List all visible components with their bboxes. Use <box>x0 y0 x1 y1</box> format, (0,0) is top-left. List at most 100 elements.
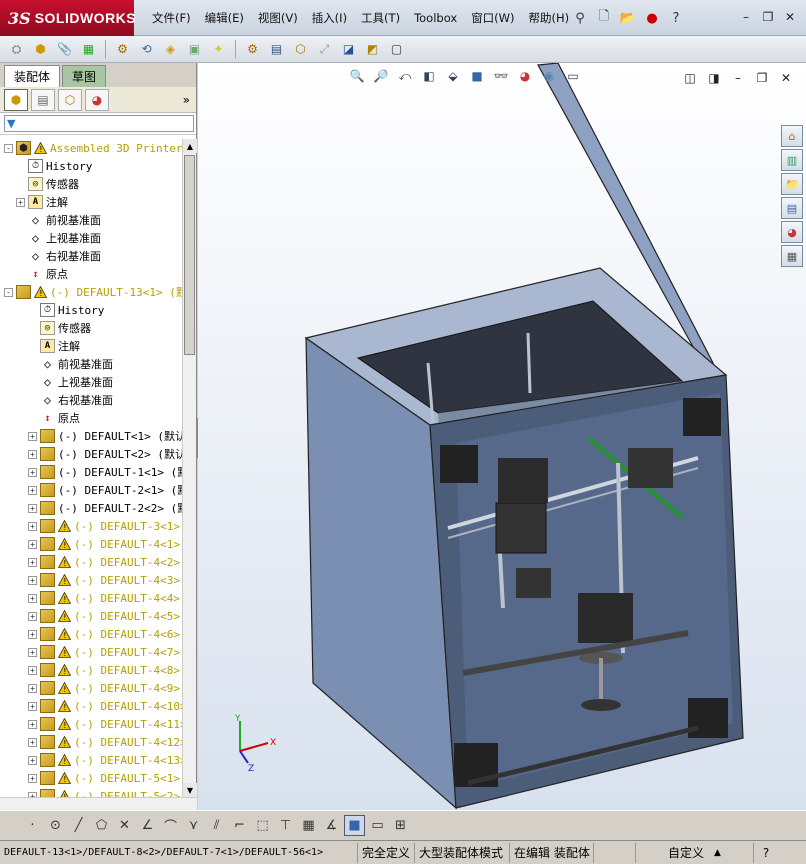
expand-icon[interactable]: + <box>28 593 37 603</box>
tree-item[interactable]: +! (-) DEFAULT-4<10> <box>0 697 182 715</box>
tree-item[interactable]: +! (-) DEFAULT-5<1> <box>0 769 182 787</box>
open-folder-icon[interactable]: 📂 <box>618 8 638 28</box>
expand-icon[interactable]: + <box>16 197 25 207</box>
hide-show-items-icon[interactable]: 👓 <box>492 67 510 85</box>
graphics-area[interactable]: 🔍 🔎 ⤺ ◧ ⬙ ■ 👓 ◕ ◉ ▭ ◫ ◨ – ❐ ✕ ⌂ ▥ 📁 ▤ ◕ … <box>198 63 806 810</box>
new-document-icon[interactable]: 🗋 <box>594 8 614 28</box>
tree-item[interactable]: ◇ 上视基准面 <box>0 229 182 247</box>
unit-system-selector[interactable]: 自定义 ▲ <box>636 842 754 863</box>
tree-item[interactable]: + (-) DEFAULT<2> (默认 <box>0 445 182 463</box>
single-view-icon[interactable]: ▭ <box>367 815 388 836</box>
tree-item[interactable]: ◇ 右视基准面 <box>0 247 182 265</box>
insert-component-icon[interactable]: ⬢ <box>30 39 51 60</box>
tree-item[interactable]: ↕ 原点 <box>0 409 182 427</box>
tree-item[interactable]: ⏱ History <box>0 157 182 175</box>
circle-icon[interactable]: ⊙ <box>45 815 66 836</box>
tree-item[interactable]: ◇ 上视基准面 <box>0 373 182 391</box>
interference-detection-icon[interactable]: ◪ <box>338 39 359 60</box>
design-library-icon[interactable]: ▥ <box>781 149 803 171</box>
smart-fasteners-icon[interactable]: ⚙ <box>112 39 133 60</box>
tree-item[interactable]: ◇ 右视基准面 <box>0 391 182 409</box>
file-explorer-icon[interactable]: 📁 <box>781 173 803 195</box>
reference-geometry-icon[interactable]: ✦ <box>208 39 229 60</box>
appearances-icon[interactable]: ◕ <box>781 221 803 243</box>
offset-icon[interactable]: ⋎ <box>183 815 204 836</box>
tree-horizontal-scrollbar[interactable] <box>0 797 197 810</box>
zoom-to-area-icon[interactable]: 🔎 <box>372 67 390 85</box>
shaded-view-icon[interactable]: ■ <box>344 815 365 836</box>
display-manager-icon[interactable]: ◕ <box>85 88 109 111</box>
assembly-visualization-icon[interactable]: ▢ <box>386 39 407 60</box>
tree-item[interactable]: ⏱ History <box>0 301 182 319</box>
tree-item[interactable]: ◎ 传感器 <box>0 319 182 337</box>
viewport-minimize-icon[interactable]: – <box>728 69 748 87</box>
new-motion-study-icon[interactable]: ⚙ <box>242 39 263 60</box>
collapse-icon[interactable]: - <box>4 143 13 153</box>
tree-item[interactable]: +! (-) DEFAULT-4<13> <box>0 751 182 769</box>
expand-icon[interactable]: + <box>28 719 37 729</box>
expand-icon[interactable]: + <box>28 431 37 441</box>
expand-icon[interactable]: + <box>28 773 37 783</box>
tree-item[interactable]: +! (-) DEFAULT-3<1> <box>0 517 182 535</box>
tree-item[interactable]: +!(-) DEFAULT-5<2> <box>0 787 182 797</box>
bill-of-materials-icon[interactable]: ▤ <box>266 39 287 60</box>
tab-assembly[interactable]: 装配体 <box>4 65 61 87</box>
tree-item[interactable]: + (-) DEFAULT<1> (默认 <box>0 427 182 445</box>
apply-scene-icon[interactable]: ◉ <box>540 67 558 85</box>
collapse-icon[interactable]: - <box>4 287 13 297</box>
expand-icon[interactable]: + <box>28 611 37 621</box>
angle-icon[interactable]: ∡ <box>321 815 342 836</box>
tab-sketch[interactable]: 草图 <box>62 65 107 87</box>
expand-icon[interactable]: + <box>28 539 37 549</box>
solidworks-logo[interactable]: 3S SOLIDWORKS <box>0 0 136 36</box>
rectangle-icon[interactable]: ⬚ <box>252 815 273 836</box>
tree-item[interactable]: + (-) DEFAULT-2<1> (默 <box>0 481 182 499</box>
menu-item[interactable]: 窗口(W) <box>464 10 521 26</box>
viewport-close-icon[interactable]: ✕ <box>776 69 796 87</box>
menu-item[interactable]: 插入(I) <box>305 10 354 26</box>
filter-input[interactable]: ▼ <box>4 115 194 132</box>
expand-icon[interactable]: + <box>28 485 37 495</box>
restore-icon[interactable]: ❐ <box>758 8 778 26</box>
custom-properties-icon[interactable]: ▦ <box>781 245 803 267</box>
expand-icon[interactable]: + <box>28 557 37 567</box>
menu-item[interactable]: 工具(T) <box>354 10 407 26</box>
clearance-verification-icon[interactable]: ◩ <box>362 39 383 60</box>
tree-item[interactable]: -⬢! Assembled 3D Printer - 1 <box>0 139 182 157</box>
view-orientation-icon[interactable]: ⬙ <box>444 67 462 85</box>
previous-view-icon[interactable]: ⤺ <box>396 67 414 85</box>
more-tabs-icon[interactable]: » <box>183 93 190 107</box>
pin-icon[interactable]: ⚲ <box>570 8 590 28</box>
viewport-restore-icon[interactable]: ❐ <box>752 69 772 87</box>
expand-icon[interactable]: + <box>28 647 37 657</box>
tree-item[interactable]: ↕ 原点 <box>0 265 182 283</box>
scroll-thumb[interactable] <box>184 155 195 355</box>
move-component-icon[interactable]: ⟲ <box>136 39 157 60</box>
show-hidden-icon[interactable]: ◈ <box>160 39 181 60</box>
close-icon[interactable]: ✕ <box>780 8 800 26</box>
tree-item[interactable]: A 注解 <box>0 337 182 355</box>
assembly-features-icon[interactable]: ▣ <box>184 39 205 60</box>
tree-vertical-scrollbar[interactable]: ▲ ▼ <box>182 139 197 797</box>
dimension-icon[interactable]: ⊤ <box>275 815 296 836</box>
expand-icon[interactable]: + <box>28 503 37 513</box>
feature-tree-icon[interactable]: ⬢ <box>4 88 28 111</box>
expand-icon[interactable]: + <box>28 683 37 693</box>
menu-item[interactable]: 文件(F) <box>145 10 198 26</box>
trim-icon[interactable]: ✕ <box>114 815 135 836</box>
view-settings-icon[interactable]: ▭ <box>564 67 582 85</box>
corner-icon[interactable]: ⌐ <box>229 815 250 836</box>
mate-icon[interactable]: 📎 <box>54 39 75 60</box>
menu-item[interactable]: 编辑(E) <box>198 10 251 26</box>
tree-item[interactable]: +! (-) DEFAULT-4<8> <box>0 661 182 679</box>
tree-item[interactable]: +! (-) DEFAULT-4<4> <box>0 589 182 607</box>
tree-item[interactable]: + (-) DEFAULT-2<2> (默 <box>0 499 182 517</box>
fillet-icon[interactable]: ⌒ <box>160 815 181 836</box>
expand-icon[interactable]: + <box>28 665 37 675</box>
view-palette-icon[interactable]: ▤ <box>781 197 803 219</box>
help-icon[interactable]: ? <box>666 8 686 28</box>
minimize-icon[interactable]: – <box>736 8 756 26</box>
tree-item[interactable]: ◇ 前视基准面 <box>0 355 182 373</box>
tree-item[interactable]: + (-) DEFAULT-1<1> (默 <box>0 463 182 481</box>
point-icon[interactable]: · <box>22 815 43 836</box>
